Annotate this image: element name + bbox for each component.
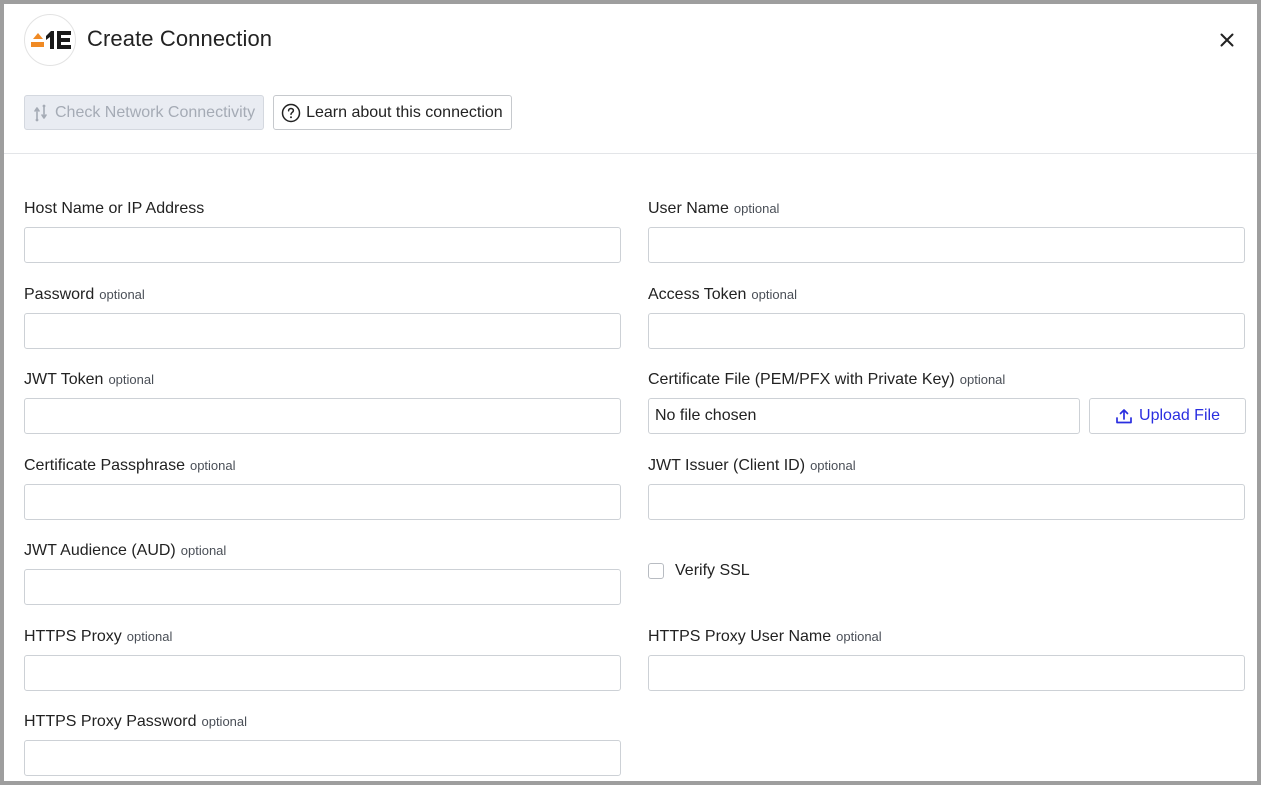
optional-tag: optional <box>751 287 797 302</box>
close-icon <box>1220 33 1234 47</box>
check-network-label: Check Network Connectivity <box>55 103 256 121</box>
jwt-audience-field: JWT Audience (AUD) optional <box>24 541 621 605</box>
https-proxy-password-input[interactable] <box>24 740 621 776</box>
optional-tag: optional <box>836 629 882 644</box>
optional-tag: optional <box>810 458 856 473</box>
certificate-passphrase-field: Certificate Passphrase optional <box>24 456 621 520</box>
close-button[interactable] <box>1215 28 1239 52</box>
jwt-audience-input[interactable] <box>24 569 621 605</box>
host-field: Host Name or IP Address <box>24 199 621 263</box>
https-proxy-user-field: HTTPS Proxy User Name optional <box>648 627 1245 691</box>
optional-tag: optional <box>99 287 145 302</box>
network-check-icon <box>32 104 50 122</box>
access-token-label: Access Token optional <box>648 286 797 303</box>
optional-tag: optional <box>108 372 154 387</box>
https-proxy-password-label: HTTPS Proxy Password optional <box>24 713 248 730</box>
jwt-audience-label: JWT Audience (AUD) optional <box>24 542 227 559</box>
password-input[interactable] <box>24 313 621 349</box>
password-label: Password optional <box>24 286 145 303</box>
toolbar: Check Network Connectivity Learn about t… <box>24 95 512 130</box>
user-name-input[interactable] <box>648 227 1245 263</box>
https-proxy-field: HTTPS Proxy optional <box>24 627 621 691</box>
https-proxy-user-label: HTTPS Proxy User Name optional <box>648 628 882 645</box>
logo <box>24 14 76 66</box>
verify-ssl-row: Verify SSL <box>648 562 750 580</box>
jwt-token-label: JWT Token optional <box>24 371 154 388</box>
https-proxy-input[interactable] <box>24 655 621 691</box>
jwt-issuer-label: JWT Issuer (Client ID) optional <box>648 457 856 474</box>
upload-file-button[interactable]: Upload File <box>1089 398 1246 434</box>
certificate-passphrase-input[interactable] <box>24 484 621 520</box>
optional-tag: optional <box>189 458 236 473</box>
certificate-file-field: Certificate File (PEM/PFX with Private K… <box>648 370 1246 434</box>
help-circle-icon <box>281 103 301 123</box>
host-input[interactable] <box>24 227 621 263</box>
dialog-title: Create Connection <box>87 26 273 51</box>
optional-tag: optional <box>180 543 227 558</box>
optional-tag: optional <box>733 201 780 216</box>
jwt-issuer-input[interactable] <box>648 484 1245 520</box>
jwt-token-input[interactable] <box>24 398 621 434</box>
certificate-file-display[interactable]: No file chosen <box>648 398 1080 434</box>
check-network-connectivity-button[interactable]: Check Network Connectivity <box>24 95 265 130</box>
verify-ssl-checkbox[interactable] <box>648 563 664 579</box>
jwt-token-field: JWT Token optional <box>24 370 621 434</box>
password-field: Password optional <box>24 285 621 349</box>
learn-about-connection-button[interactable]: Learn about this connection <box>273 95 512 130</box>
https-proxy-label: HTTPS Proxy optional <box>24 628 173 645</box>
create-connection-dialog: Create Connection Check Network Connecti… <box>4 4 1257 781</box>
optional-tag: optional <box>126 629 173 644</box>
certificate-passphrase-label: Certificate Passphrase optional <box>24 457 236 474</box>
https-proxy-password-field: HTTPS Proxy Password optional <box>24 712 621 776</box>
upload-file-label: Upload File <box>1139 407 1220 424</box>
access-token-input[interactable] <box>648 313 1245 349</box>
header-divider <box>4 153 1257 154</box>
learn-label: Learn about this connection <box>306 103 503 121</box>
1e-logo-icon <box>31 31 71 49</box>
file-chosen-text: No file chosen <box>655 407 757 424</box>
dialog-header: Create Connection <box>4 4 1257 76</box>
optional-tag: optional <box>959 372 1006 387</box>
user-name-field: User Name optional <box>648 199 1245 263</box>
certificate-file-label: Certificate File (PEM/PFX with Private K… <box>648 371 1006 388</box>
https-proxy-user-input[interactable] <box>648 655 1245 691</box>
optional-tag: optional <box>201 714 248 729</box>
user-name-label: User Name optional <box>648 200 780 217</box>
host-label: Host Name or IP Address <box>24 200 205 217</box>
jwt-issuer-field: JWT Issuer (Client ID) optional <box>648 456 1245 520</box>
verify-ssl-label[interactable]: Verify SSL <box>675 562 750 580</box>
access-token-field: Access Token optional <box>648 285 1245 349</box>
upload-icon <box>1115 407 1133 425</box>
